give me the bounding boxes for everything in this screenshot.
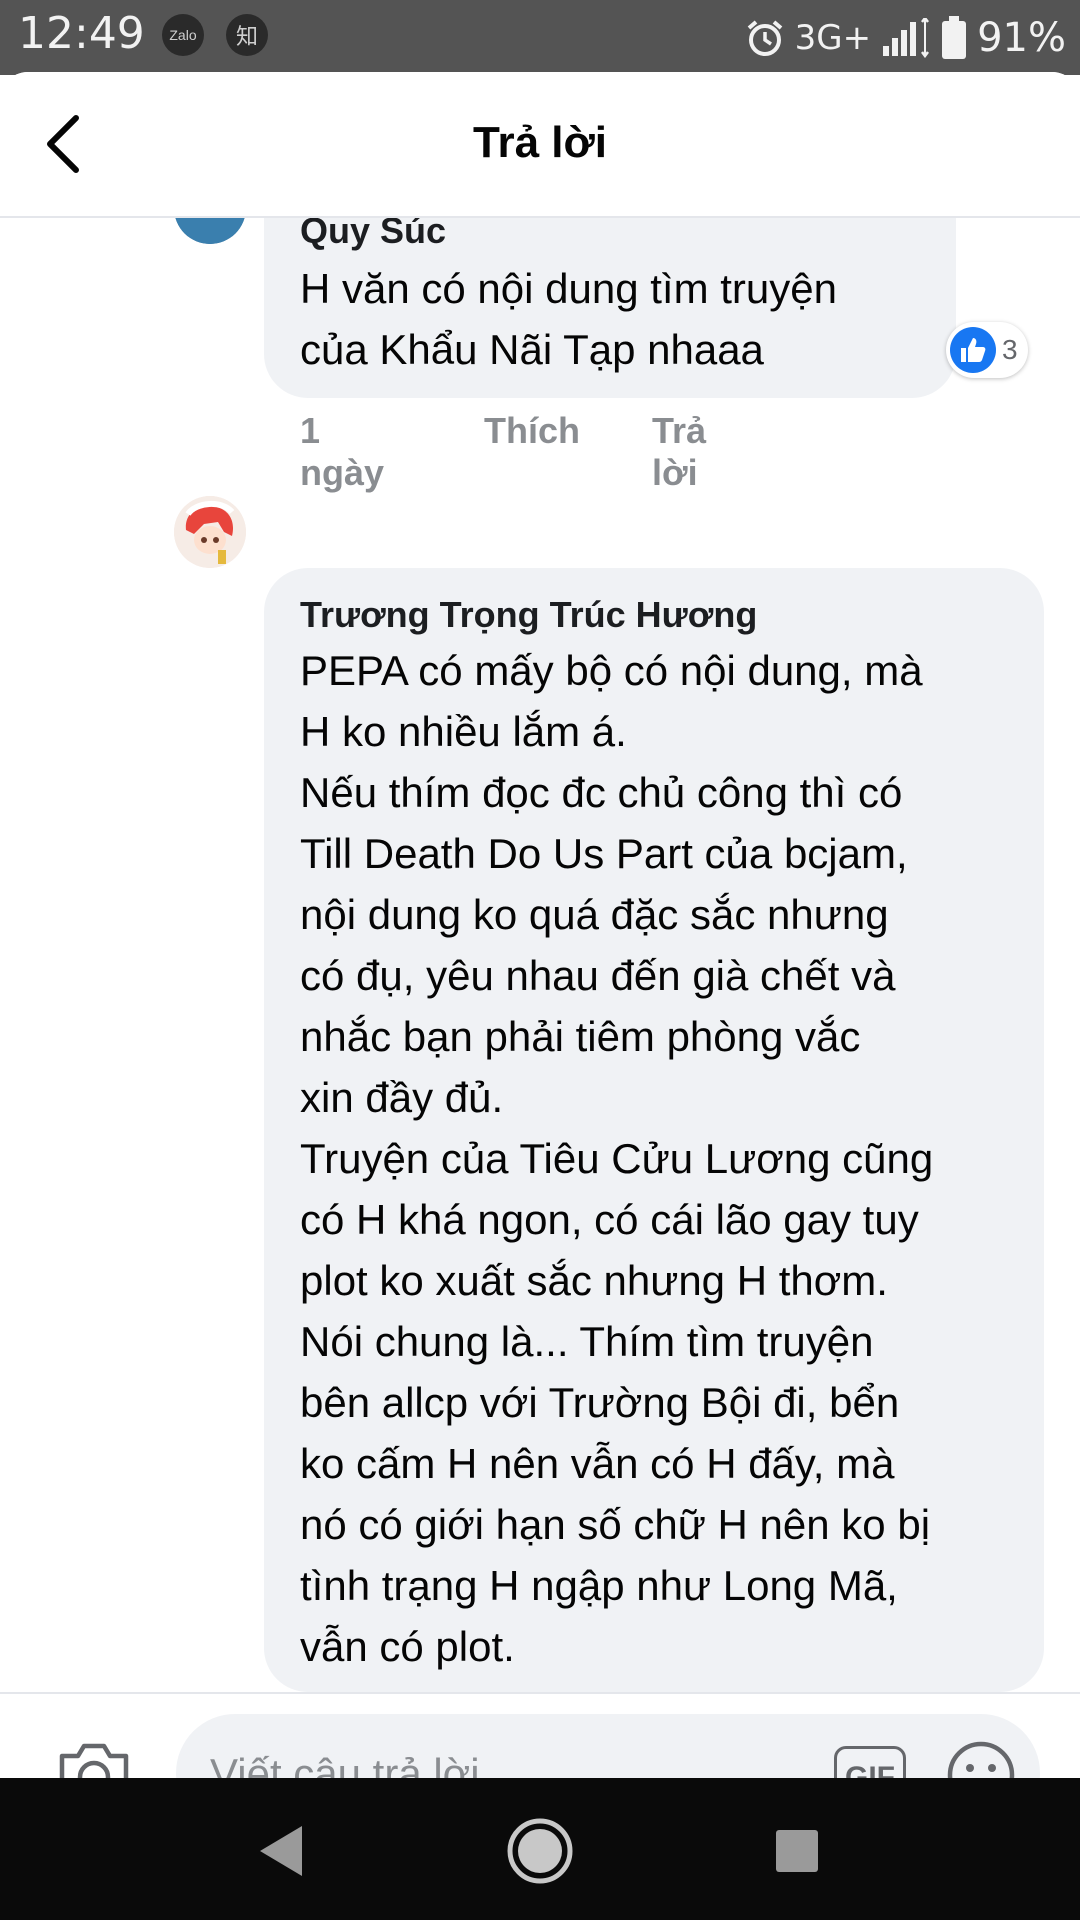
reply-input[interactable]: Viết câu trả lời... GIF bbox=[176, 1714, 1040, 1778]
zhihu-icon: 知 bbox=[226, 14, 268, 56]
header: Trả lời bbox=[0, 72, 1080, 218]
page-title: Trả lời bbox=[473, 118, 607, 167]
gif-button[interactable]: GIF bbox=[834, 1746, 906, 1778]
comment-text: PEPA có mấy bộ có nội dung, mà H ko nhiề… bbox=[300, 647, 934, 1670]
emoji-icon[interactable] bbox=[946, 1740, 1016, 1778]
reply-link[interactable]: Trả lời bbox=[652, 410, 706, 494]
reply-composer: Viết câu trả lời... GIF bbox=[0, 1692, 1080, 1778]
status-bar: 12:49 Zalo 知 3G+ 91% bbox=[0, 0, 1080, 75]
zalo-icon: Zalo bbox=[162, 14, 204, 56]
status-time: 12:49 bbox=[18, 8, 145, 59]
nav-back-icon[interactable] bbox=[256, 1824, 306, 1878]
reply-sheet: Trả lời Quy Súc H văn có nội dung tìm tr… bbox=[0, 72, 1080, 1778]
comment-author[interactable]: Trương Trọng Trúc Hương bbox=[300, 594, 757, 636]
avatar[interactable] bbox=[174, 496, 246, 568]
nav-home-icon[interactable] bbox=[505, 1816, 575, 1886]
comment-time: 1 ngày bbox=[300, 410, 385, 493]
like-link[interactable]: Thích bbox=[484, 410, 580, 452]
nav-recents-icon[interactable] bbox=[774, 1828, 820, 1874]
reaction-badge[interactable]: 3 bbox=[946, 322, 1028, 378]
reply-input-placeholder: Viết câu trả lời... bbox=[210, 1750, 515, 1778]
battery-percent: 91% bbox=[977, 15, 1066, 61]
signal-icon bbox=[883, 18, 930, 58]
system-nav-bar bbox=[0, 1778, 1080, 1920]
comment-bubble[interactable]: Trương Trọng Trúc Hương PEPA có mấy bộ c… bbox=[264, 568, 1044, 1692]
reaction-count: 3 bbox=[1002, 334, 1018, 365]
comment-text: H văn có nội dung tìm truyện của Khẩu Nã… bbox=[300, 265, 837, 373]
camera-icon[interactable] bbox=[56, 1738, 132, 1778]
alarm-icon bbox=[747, 20, 782, 56]
network-type: 3G+ bbox=[794, 18, 872, 58]
like-reaction-icon bbox=[950, 327, 996, 373]
battery-icon bbox=[942, 16, 967, 59]
